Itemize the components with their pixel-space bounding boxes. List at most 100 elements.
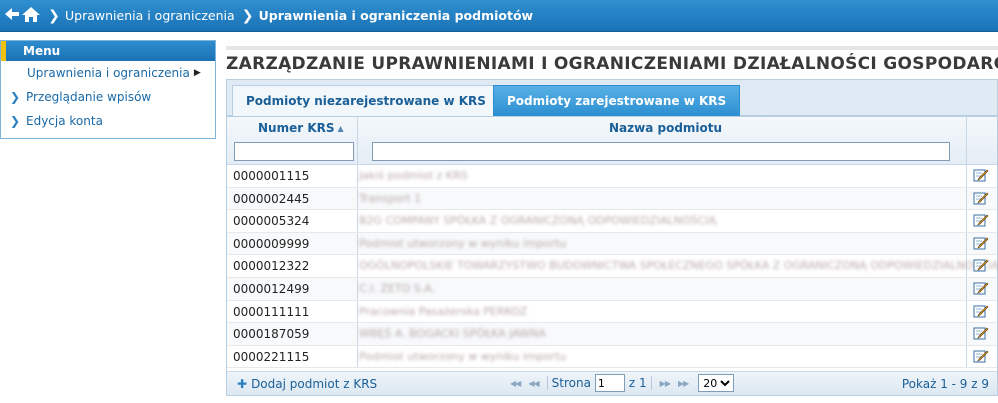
grid-header: Numer KRS ▲ Nazwa podmiotu [227, 117, 997, 165]
column-divider [966, 165, 967, 187]
krs-number-cell: 0000187059 [233, 327, 310, 342]
edit-icon[interactable] [973, 303, 989, 322]
nav-icons [3, 5, 41, 26]
grid-footer: ✚Dodaj podmiot z KRS ◀◀ ◀◀ Strona z 1 ▶▶… [227, 371, 997, 395]
name-filter-input[interactable] [372, 142, 950, 161]
column-divider [966, 117, 967, 165]
chevron-right-icon: ❯ [48, 7, 60, 24]
krs-number-cell: 0000005324 [233, 214, 310, 229]
edit-icon[interactable] [973, 348, 989, 367]
column-divider [357, 187, 358, 210]
column-divider [357, 165, 358, 187]
side-menu: Menu Uprawnienia i ograniczenia ▶ ❯ Prze… [0, 40, 216, 139]
first-page-icon[interactable]: ◀◀ [510, 379, 521, 388]
entity-name-cell: C.I. ZETO S.A. [359, 281, 436, 295]
edit-icon[interactable] [973, 325, 989, 344]
table-row: 0000012499 C.I. ZETO S.A. [227, 277, 997, 301]
table-row: 0000221115 Podmiot utworzony w wyniku imp… [227, 345, 997, 369]
table-row: 0000005324 B2G COMPANY SPÓŁKA Z OGRANICZO… [227, 210, 997, 233]
menu-item-label: Edycja konta [26, 114, 103, 128]
column-divider [966, 345, 967, 368]
column-divider [357, 232, 358, 255]
breadcrumb-bar: ❯ Uprawnienia i ograniczenia ❯ Uprawnien… [0, 0, 998, 32]
sort-icon[interactable]: ▲ [338, 124, 344, 133]
pager: ◀◀ ◀◀ Strona z 1 ▶▶ ▶▶ 20 [506, 374, 735, 392]
pager-divider [546, 376, 548, 390]
entity-name-cell: Podmiot utworzony w wyniku importu [359, 236, 567, 250]
edit-icon[interactable] [973, 212, 989, 231]
column-divider [966, 323, 967, 345]
krs-number-cell: 0000002445 [233, 191, 310, 206]
entity-name-cell: B2G COMPANY SPÓŁKA Z OGRANICZONĄ ODPOWIE… [359, 214, 717, 228]
column-divider [357, 255, 358, 277]
table-row: 0000009999 Podmiot utworzony w wyniku imp… [227, 232, 997, 256]
breadcrumb-current: Uprawnienia i ograniczenia podmiotów [258, 8, 534, 23]
column-divider [966, 187, 967, 210]
krs-number-cell: 0000111111 [233, 304, 310, 319]
column-header-krs[interactable]: Numer KRS ▲ [258, 121, 344, 135]
breadcrumb-item[interactable]: Uprawnienia i ograniczenia [65, 8, 235, 23]
page-label: Strona [551, 376, 591, 390]
krs-number-cell: 0000012322 [233, 259, 310, 274]
last-page-icon[interactable]: ▶▶ [678, 379, 689, 388]
records-count: Pokaż 1 - 9 z 9 [901, 377, 989, 391]
column-divider [357, 345, 358, 368]
menu-title: Menu [1, 41, 215, 61]
entity-name-cell: Transport 1 [359, 191, 422, 205]
column-divider [357, 277, 358, 300]
page-count: z 1 [628, 376, 647, 390]
next-page-icon[interactable]: ▶▶ [660, 379, 671, 388]
edit-icon[interactable] [973, 190, 989, 209]
title-divider [226, 46, 998, 50]
entity-name-cell: Pracownia Pasażerska PERKOZ [359, 304, 528, 318]
krs-number-cell: 0000012499 [233, 281, 310, 296]
entity-name-cell: Jakiś podmiot z KRS [359, 169, 468, 182]
triangle-right-icon: ▶ [193, 68, 201, 78]
krs-number-cell: 0000001115 [233, 169, 310, 183]
tab-unregistered[interactable]: Podmioty niezarejestrowane w KRS [232, 85, 500, 117]
chevron-right-icon: ❯ [10, 114, 21, 128]
entity-name-cell: WBĘŚ A. BOGACKI SPÓŁKA JAWNA [359, 327, 546, 341]
page-title: ZARZĄDZANIE UPRAWNIENIAMI I OGRANICZENIA… [226, 54, 998, 74]
column-divider [966, 277, 967, 300]
column-header-label: Numer KRS [258, 121, 335, 135]
krs-number-cell: 0000221115 [233, 349, 310, 364]
pager-divider [650, 376, 652, 390]
add-entity-label: Dodaj podmiot z KRS [251, 377, 378, 391]
column-divider [357, 117, 358, 165]
menu-item-edycja-konta[interactable]: ❯ Edycja konta [1, 109, 215, 133]
page-size-select[interactable]: 20 [698, 374, 735, 392]
column-header-name[interactable]: Nazwa podmiotu [609, 121, 722, 135]
chevron-right-icon: ❯ [10, 90, 21, 104]
krs-filter-input[interactable] [234, 142, 354, 161]
menu-item-label: Uprawnienia i ograniczenia [27, 66, 190, 80]
back-arrow-icon[interactable] [3, 5, 21, 26]
add-entity-button[interactable]: ✚ Dodaj podmiot z KRS [237, 377, 377, 391]
table-row: 0000002445 Transport 1 [227, 187, 997, 211]
plus-icon: ✚ [237, 377, 248, 391]
tab-registered[interactable]: Podmioty zarejestrowane w KRS [493, 85, 741, 117]
tab-bar: Podmioty niezarejestrowane w KRS Podmiot… [226, 79, 998, 117]
entity-name-cell: Podmiot utworzony w wyniku importu [359, 349, 567, 363]
column-divider [357, 323, 358, 345]
prev-page-icon[interactable]: ◀◀ [528, 379, 539, 388]
menu-item-uprawnienia[interactable]: Uprawnienia i ograniczenia ▶ [1, 61, 215, 85]
home-icon[interactable] [21, 5, 41, 26]
krs-number-cell: 0000009999 [233, 236, 310, 251]
menu-item-label: Przeglądanie wpisów [26, 90, 152, 104]
column-divider [966, 210, 967, 232]
edit-icon[interactable] [973, 235, 989, 254]
column-divider [966, 232, 967, 255]
chevron-right-icon: ❯ [241, 7, 254, 24]
edit-icon[interactable] [973, 257, 989, 276]
edit-icon[interactable] [973, 167, 989, 186]
table-row: 0000001115 Jakiś podmiot z KRS [227, 165, 997, 188]
column-divider [357, 300, 358, 323]
menu-item-przegladanie[interactable]: ❯ Przeglądanie wpisów [1, 85, 215, 109]
entity-name-cell: OGÓLNOPOLSKIE TOWARZYSTWO BUDOWNICTWA SP… [359, 259, 998, 273]
page-number-input[interactable] [594, 374, 625, 392]
table-row: 0000187059 WBĘŚ A. BOGACKI SPÓŁKA JAWNA [227, 323, 997, 346]
column-divider [966, 300, 967, 323]
grid-rows: 0000001115 Jakiś podmiot z KRS 0000002445 T… [227, 165, 998, 369]
edit-icon[interactable] [973, 280, 989, 299]
